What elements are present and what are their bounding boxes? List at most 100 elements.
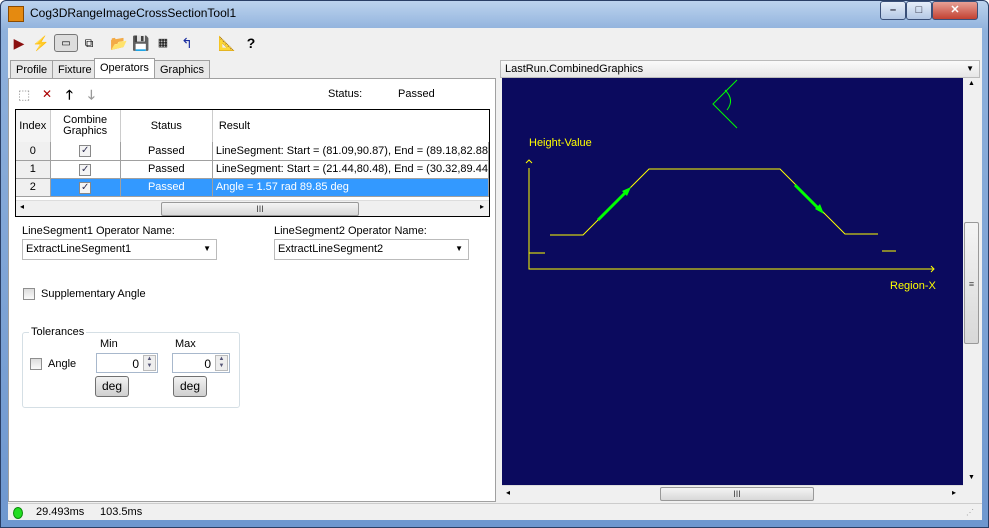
spin-arrows-icon[interactable]: ▲ ▼ xyxy=(143,355,156,371)
scroll-right-icon[interactable]: ▸ xyxy=(952,488,956,497)
table-row-selected[interactable]: 2 ✓ Passed Angle = 1.57 rad 89.85 deg xyxy=(16,178,490,197)
scroll-thumb[interactable]: III xyxy=(161,202,359,216)
combine-checkbox[interactable]: ✓ xyxy=(79,181,92,194)
tab-fixture[interactable]: Fixture xyxy=(52,60,98,79)
maximize-button[interactable]: □ xyxy=(906,1,932,20)
row-result: LineSegment: Start = (81.09,90.87), End … xyxy=(212,142,490,161)
scroll-thumb[interactable]: III xyxy=(660,487,814,501)
grid-horizontal-scrollbar[interactable]: ◂ III ▸ xyxy=(16,200,489,216)
time-2: 103.5ms xyxy=(100,506,143,518)
close-button[interactable]: ✕ xyxy=(932,1,978,20)
table-row[interactable]: 0 ✓ Passed LineSegment: Start = (81.09,9… xyxy=(16,142,490,161)
angle-graphic xyxy=(712,79,738,129)
move-up-icon[interactable]: 🡑 xyxy=(66,86,73,108)
row-index: 0 xyxy=(16,142,51,161)
status-bar: 29.493ms 103.5ms ⋰ xyxy=(8,503,982,520)
angle-checkbox[interactable] xyxy=(30,358,42,370)
floating-icon[interactable]: ⧉ xyxy=(80,34,98,52)
min-label: Min xyxy=(100,338,118,350)
max-value: 0 xyxy=(204,357,211,371)
max-angle-stepper[interactable]: 0 ▲ ▼ xyxy=(172,353,230,373)
run-icon[interactable]: ▶ xyxy=(10,34,28,52)
col-combine[interactable]: Combine Graphics xyxy=(50,110,121,142)
tab-profile[interactable]: Profile xyxy=(10,60,54,79)
status-label: Status: xyxy=(328,88,363,100)
row-result: LineSegment: Start = (21.44,80.48), End … xyxy=(212,160,490,179)
segment1-arrow xyxy=(596,188,630,222)
ls1-operator-dropdown[interactable]: ExtractLineSegment1 ▼ xyxy=(22,239,217,260)
profile-line xyxy=(550,168,878,236)
reset-icon[interactable]: ↰ xyxy=(178,34,196,52)
angle-lines xyxy=(712,79,738,129)
max-unit-button[interactable]: deg xyxy=(173,376,207,397)
col-status[interactable]: Status xyxy=(120,110,213,142)
row-result: Angle = 1.57 rad 89.85 deg xyxy=(212,178,490,197)
time-1: 29.493ms xyxy=(36,506,85,518)
supplementary-angle-label: Supplementary Angle xyxy=(41,288,146,300)
measure-icon[interactable]: 📐 xyxy=(218,34,236,52)
scroll-thumb[interactable]: ≡ xyxy=(964,222,979,344)
combine-checkbox[interactable]: ✓ xyxy=(79,145,92,158)
min-angle-stepper[interactable]: 0 ▲ ▼ xyxy=(96,353,158,373)
col-result[interactable]: Result xyxy=(212,110,489,142)
ls2-value: ExtractLineSegment2 xyxy=(278,243,384,255)
ls2-operator-dropdown[interactable]: ExtractLineSegment2 ▼ xyxy=(274,239,469,260)
display-horizontal-scrollbar[interactable]: ◂ III ▸ xyxy=(502,485,963,502)
move-down-icon[interactable]: 🡓 xyxy=(88,86,95,108)
save-as-icon[interactable]: ▦ xyxy=(154,34,172,52)
delete-icon[interactable]: ✕ xyxy=(42,87,52,101)
ls1-label: LineSegment1 Operator Name: xyxy=(22,225,175,237)
electric-icon[interactable]: ⚡ xyxy=(32,34,50,52)
angle-arc xyxy=(724,89,731,111)
y-axis-arrow xyxy=(525,159,533,164)
minimize-button[interactable]: – xyxy=(880,1,906,20)
row-index: 2 xyxy=(16,178,51,197)
scroll-left-icon[interactable]: ◂ xyxy=(506,488,510,497)
ls2-label: LineSegment2 Operator Name: xyxy=(274,225,427,237)
open-icon[interactable]: 📂 xyxy=(110,34,128,52)
toolbar: ▶ ⚡ ▭ ⧉ 📂 💾 ▦ ↰ 📐 ? xyxy=(8,30,308,56)
angle-label: Angle xyxy=(48,358,77,370)
axes xyxy=(528,168,934,270)
selector-value: LastRun.CombinedGraphics xyxy=(505,63,644,75)
scroll-up-icon[interactable]: ▲ xyxy=(968,80,975,87)
row-index: 1 xyxy=(16,160,51,179)
tolerances-legend: Tolerances xyxy=(29,326,87,338)
status-led-icon xyxy=(13,507,23,519)
show-image-icon[interactable]: ▭ xyxy=(54,34,78,52)
supplementary-angle-checkbox[interactable] xyxy=(23,288,35,300)
chevron-down-icon: ▼ xyxy=(203,244,211,253)
save-icon[interactable]: 💾 xyxy=(132,34,150,52)
app-icon xyxy=(8,6,24,22)
y-axis-label: Height-Value xyxy=(529,137,592,149)
status-value: Passed xyxy=(398,88,435,100)
tab-graphics[interactable]: Graphics xyxy=(154,60,211,79)
graphics-selector-dropdown[interactable]: LastRun.CombinedGraphics ▼ xyxy=(500,60,980,78)
min-value: 0 xyxy=(132,357,139,371)
display-vertical-scrollbar[interactable]: ▲ ≡ ▼ xyxy=(963,78,980,485)
title-bar[interactable]: Cog3DRangeImageCrossSectionTool1 – □ ✕ xyxy=(0,0,989,26)
help-icon[interactable]: ? xyxy=(242,34,260,52)
chevron-down-icon: ▼ xyxy=(455,244,463,253)
graphics-display[interactable]: Height-Value Region-X xyxy=(502,78,963,485)
spin-arrows-icon[interactable]: ▲ ▼ xyxy=(215,355,228,371)
add-operator-icon[interactable]: ⬚ xyxy=(18,87,30,103)
resize-grip-icon[interactable]: ⋰ xyxy=(966,508,974,517)
chevron-down-icon: ▼ xyxy=(966,64,974,73)
segment2-arrow xyxy=(793,183,822,212)
max-label: Max xyxy=(175,338,196,350)
ls1-value: ExtractLineSegment1 xyxy=(26,243,132,255)
operators-grid[interactable]: Index Combine Graphics Status Result 0 ✓… xyxy=(15,109,490,217)
window-title: Cog3DRangeImageCrossSectionTool1 xyxy=(30,6,237,20)
scroll-left-icon[interactable]: ◂ xyxy=(20,202,24,211)
col-index[interactable]: Index xyxy=(16,110,51,142)
scroll-right-icon[interactable]: ▸ xyxy=(480,202,484,211)
table-row[interactable]: 1 ✓ Passed LineSegment: Start = (21.44,8… xyxy=(16,160,490,179)
grid-header: Index Combine Graphics Status Result xyxy=(16,110,489,142)
x-axis-label: Region-X xyxy=(890,280,936,292)
combine-checkbox[interactable]: ✓ xyxy=(79,163,92,176)
tab-operators[interactable]: Operators xyxy=(94,58,155,80)
scroll-down-icon[interactable]: ▼ xyxy=(968,474,975,481)
min-unit-button[interactable]: deg xyxy=(95,376,129,397)
row-status: Passed xyxy=(120,160,213,179)
